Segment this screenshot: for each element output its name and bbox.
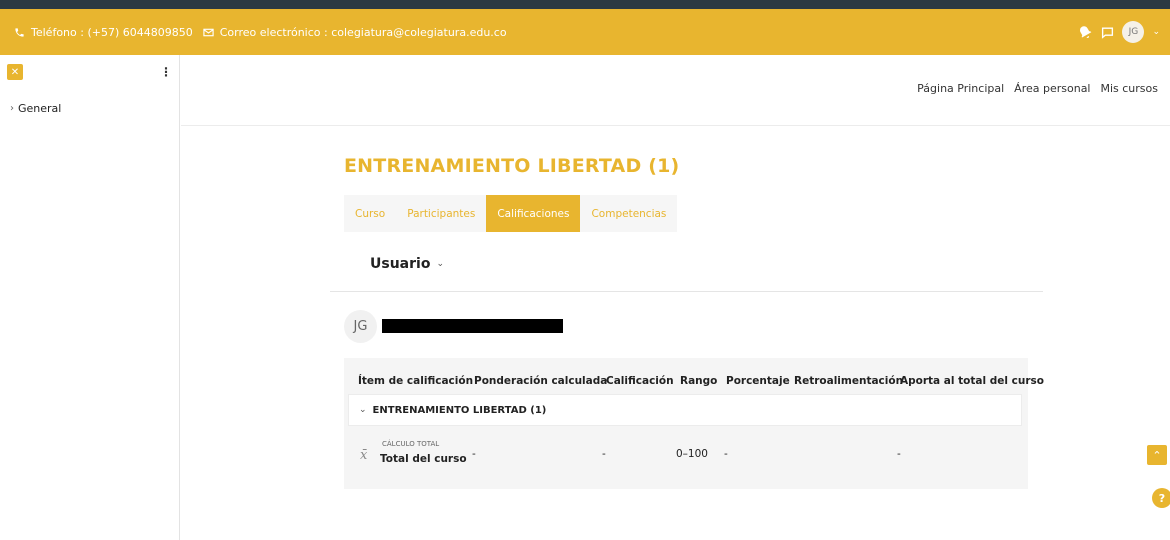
avatar: JG xyxy=(344,310,377,343)
contact-bar: Teléfono : (+57) 6044809850 Correo elect… xyxy=(0,9,1170,55)
phone-icon xyxy=(15,27,24,37)
report-type-dropdown[interactable]: Usuario ⌄ xyxy=(370,256,444,272)
contact-info: Teléfono : (+57) 6044809850 Correo elect… xyxy=(14,26,507,39)
chevron-down-icon: ⌄ xyxy=(359,405,367,415)
total-grade: - xyxy=(602,448,606,460)
page-header: Página Principal Área personal Mis curso… xyxy=(181,55,1170,126)
course-index-drawer: ✕ ⋮ › General xyxy=(0,55,180,540)
total-range: 0–100 xyxy=(676,448,708,460)
top-dark-strip xyxy=(0,0,1170,9)
email-text[interactable]: Correo electrónico : colegiatura@colegia… xyxy=(220,26,507,39)
envelope-icon xyxy=(203,28,214,36)
user-avatar-menu[interactable]: JG xyxy=(1122,21,1145,43)
divider xyxy=(330,291,1043,292)
table-row: x̄ CÁLCULO TOTAL Total del curso - - 0–1… xyxy=(344,436,1028,470)
tab-grades[interactable]: Calificaciones xyxy=(486,195,581,232)
header-weight: Ponderación calculada xyxy=(474,375,608,387)
messages-icon[interactable] xyxy=(1101,26,1114,39)
header-grade: Calificación xyxy=(606,375,674,387)
page-title: ENTRENAMIENTO LIBERTAD (1) xyxy=(344,155,680,177)
tab-course[interactable]: Curso xyxy=(344,195,396,232)
sidebar-item-general[interactable]: › General xyxy=(10,102,61,115)
total-type-label: CÁLCULO TOTAL xyxy=(382,440,440,448)
tab-participants[interactable]: Participantes xyxy=(396,195,486,232)
question-icon: ? xyxy=(1158,491,1166,505)
total-item-name: Total del curso xyxy=(380,453,467,465)
user-toolbar: JG ⌄ xyxy=(1077,9,1160,55)
chevron-right-icon: › xyxy=(10,103,14,114)
primary-navigation: Página Principal Área personal Mis curso… xyxy=(917,82,1158,95)
header-feedback: Retroalimentación xyxy=(794,375,904,387)
header-grade-item: Ítem de calificación xyxy=(358,375,474,387)
back-to-top-button[interactable]: ⌃ xyxy=(1147,445,1167,465)
report-type-label: Usuario xyxy=(370,256,431,272)
chevron-down-icon: ⌄ xyxy=(436,259,444,269)
category-row[interactable]: ⌄ ENTRENAMIENTO LIBERTAD (1) xyxy=(348,394,1022,426)
nav-home[interactable]: Página Principal xyxy=(917,82,1004,95)
tab-competencies[interactable]: Competencias xyxy=(580,195,677,232)
sidebar-item-label: General xyxy=(18,102,62,115)
grade-report-table: Ítem de calificación Ponderación calcula… xyxy=(344,358,1044,489)
close-drawer-button[interactable]: ✕ xyxy=(7,64,23,80)
notifications-icon[interactable] xyxy=(1077,24,1093,40)
chevron-up-icon: ⌃ xyxy=(1152,448,1162,462)
chevron-down-icon[interactable]: ⌄ xyxy=(1152,27,1160,37)
course-tabs: Curso Participantes Calificaciones Compe… xyxy=(344,195,678,232)
help-button[interactable]: ? xyxy=(1152,488,1170,508)
category-name: ENTRENAMIENTO LIBERTAD (1) xyxy=(372,404,547,416)
more-options-icon[interactable]: ⋮ xyxy=(160,65,172,79)
nav-dashboard[interactable]: Área personal xyxy=(1014,82,1090,95)
header-percentage: Porcentaje xyxy=(726,375,790,387)
total-weight: - xyxy=(472,448,476,460)
redacted-user-name xyxy=(382,319,563,333)
total-contribution: - xyxy=(897,448,901,460)
nav-my-courses[interactable]: Mis cursos xyxy=(1100,82,1158,95)
header-range: Rango xyxy=(680,375,718,387)
header-contribution: Aporta al total del curso xyxy=(900,375,1044,387)
table-header: Ítem de calificación Ponderación calcula… xyxy=(358,375,1044,387)
calculator-icon: x̄ xyxy=(360,448,368,463)
total-percentage: - xyxy=(724,448,728,460)
close-icon: ✕ xyxy=(10,66,20,78)
phone-text: Teléfono : (+57) 6044809850 xyxy=(31,25,193,39)
